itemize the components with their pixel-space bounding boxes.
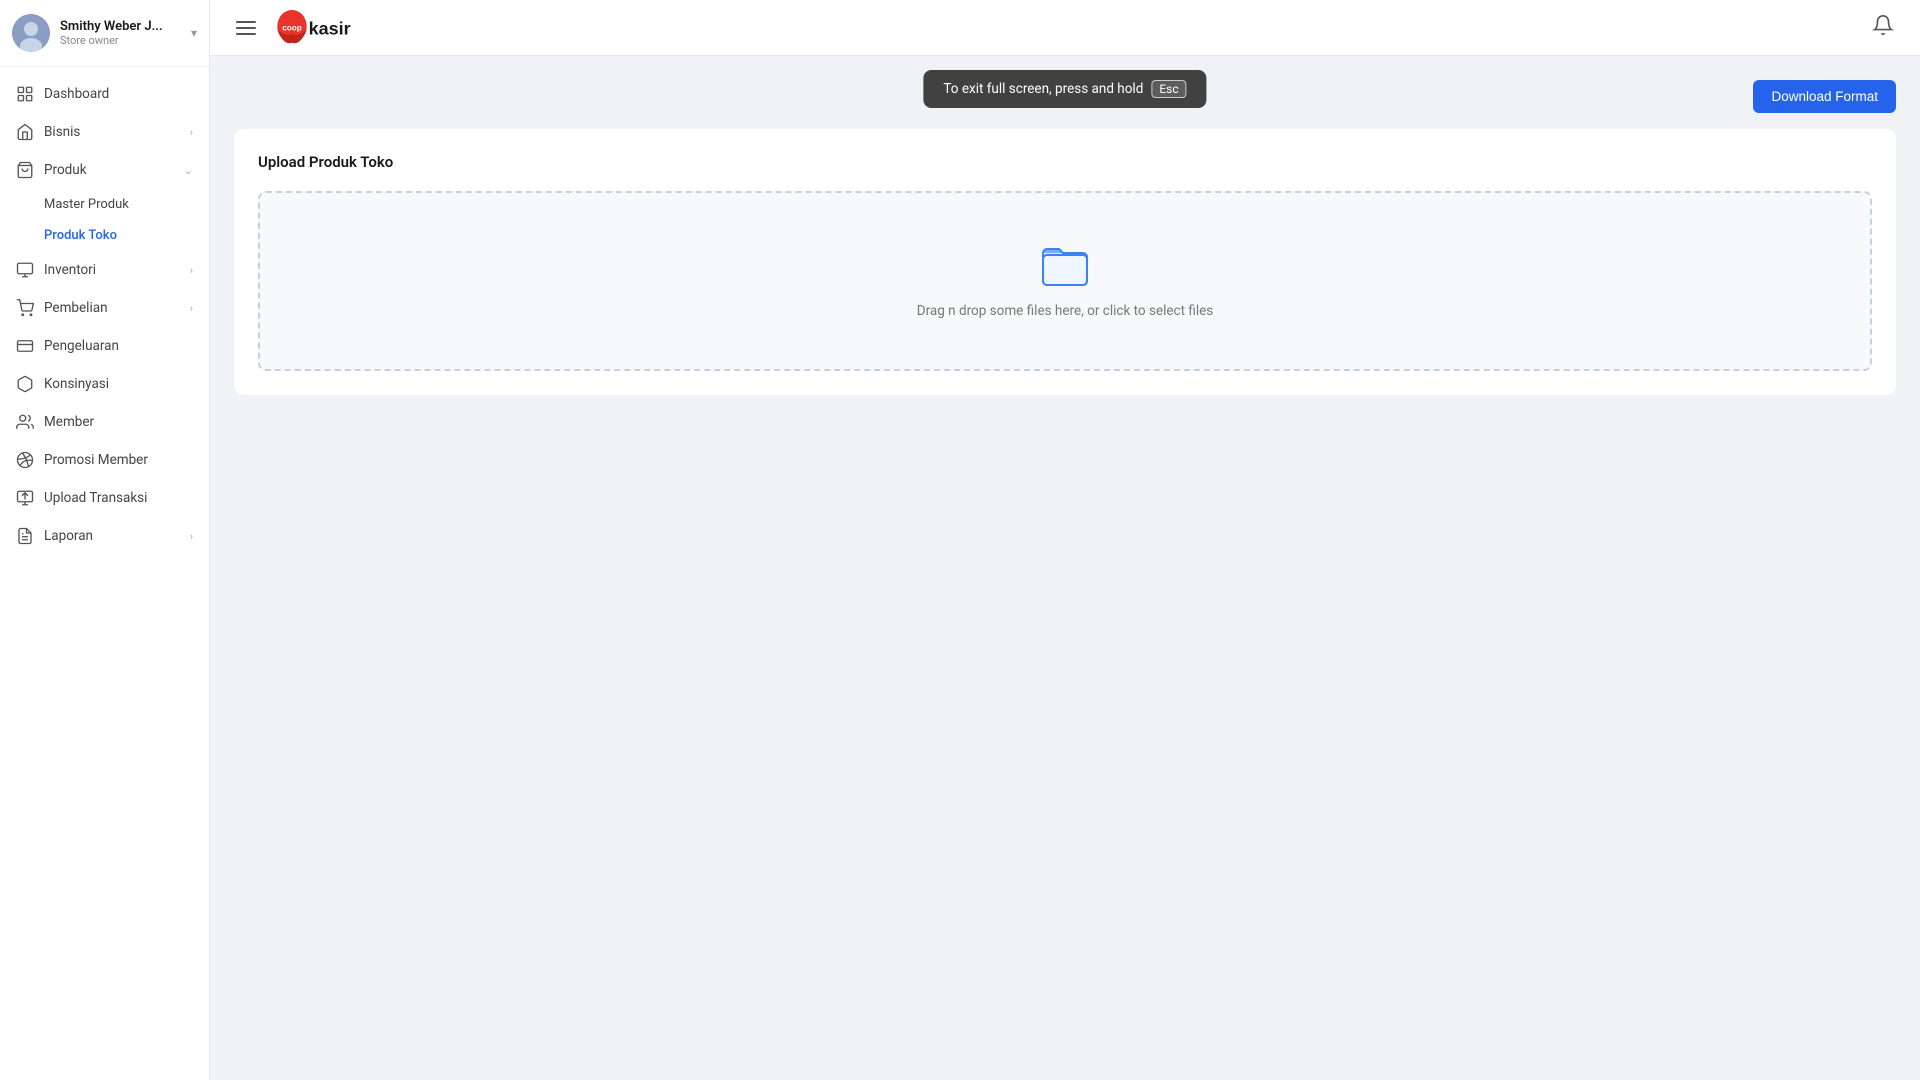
sidebar-item-pembelian-label: Pembelian (44, 300, 190, 316)
pembelian-icon (16, 299, 34, 317)
master-produk-label: Master Produk (44, 197, 129, 212)
pembelian-expand-icon: › (190, 302, 193, 315)
notification-button[interactable] (1866, 8, 1900, 47)
sidebar-item-upload-transaksi-label: Upload Transaksi (44, 490, 193, 506)
chevron-down-icon: ▾ (191, 26, 197, 40)
produk-expand-icon: ⌄ (184, 164, 193, 177)
esc-key-badge: Esc (1151, 80, 1186, 98)
upload-card-title: Upload Produk Toko (258, 153, 1872, 171)
sidebar-item-master-produk[interactable]: Master Produk (0, 189, 209, 220)
coopkasir-logo: coop kasir (274, 10, 405, 46)
member-icon (16, 413, 34, 431)
sidebar-item-produk-toko[interactable]: Produk Toko (0, 220, 209, 251)
hamburger-button[interactable] (230, 15, 262, 41)
sidebar-item-promosi-member[interactable]: Promosi Member (0, 441, 209, 479)
user-name: Smithy Weber J... (60, 19, 180, 34)
user-info: Smithy Weber J... Store owner (60, 19, 191, 47)
hamburger-line-2 (236, 27, 256, 29)
laporan-expand-icon: › (190, 530, 193, 543)
sidebar-item-inventori[interactable]: Inventori › (0, 251, 209, 289)
sidebar-nav: Dashboard Bisnis › Produk ⌄ Master Produ… (0, 67, 209, 563)
upload-card: Upload Produk Toko Drag n drop some file… (234, 129, 1896, 395)
inventori-expand-icon: › (190, 264, 193, 277)
upload-transaksi-icon (16, 489, 34, 507)
sidebar-item-laporan[interactable]: Laporan › (0, 517, 209, 555)
toast-message: To exit full screen, press and hold (943, 81, 1143, 97)
inventori-icon (16, 261, 34, 279)
sidebar-item-bisnis[interactable]: Bisnis › (0, 113, 209, 151)
sidebar: Smithy Weber J... Store owner ▾ Dashboar… (0, 0, 210, 1080)
sidebar-item-member-label: Member (44, 414, 193, 430)
sidebar-item-pengeluaran-label: Pengeluaran (44, 338, 193, 354)
hamburger-line-1 (236, 21, 256, 23)
bisnis-expand-icon: › (190, 126, 193, 139)
sidebar-item-pengeluaran[interactable]: Pengeluaran (0, 327, 209, 365)
dropzone-text: Drag n drop some files here, or click to… (917, 303, 1214, 319)
main-area: coop kasir To exit full screen, press an… (210, 0, 1920, 1080)
sidebar-item-konsinyasi-label: Konsinyasi (44, 376, 193, 392)
sidebar-item-laporan-label: Laporan (44, 528, 190, 544)
sidebar-item-bisnis-label: Bisnis (44, 124, 190, 140)
pengeluaran-icon (16, 337, 34, 355)
download-format-button[interactable]: Download Format (1753, 80, 1896, 113)
topbar-right (1866, 8, 1900, 47)
produk-toko-label: Produk Toko (44, 228, 117, 243)
user-role: Store owner (60, 34, 191, 47)
folder-icon (1041, 243, 1089, 291)
produk-icon (16, 161, 34, 179)
content-area: To exit full screen, press and hold Esc … (210, 56, 1920, 1080)
sidebar-item-upload-transaksi[interactable]: Upload Transaksi (0, 479, 209, 517)
sidebar-item-konsinyasi[interactable]: Konsinyasi (0, 365, 209, 403)
sidebar-item-member[interactable]: Member (0, 403, 209, 441)
bisnis-icon (16, 123, 34, 141)
hamburger-line-3 (236, 33, 256, 35)
sidebar-item-inventori-label: Inventori (44, 262, 190, 278)
promosi-icon (16, 451, 34, 469)
sidebar-item-produk[interactable]: Produk ⌄ (0, 151, 209, 189)
topbar: coop kasir (210, 0, 1920, 56)
avatar (12, 14, 50, 52)
svg-text:coop: coop (282, 23, 302, 32)
dropzone[interactable]: Drag n drop some files here, or click to… (258, 191, 1872, 371)
laporan-icon (16, 527, 34, 545)
fullscreen-toast: To exit full screen, press and hold Esc (923, 70, 1206, 108)
svg-text:kasir: kasir (309, 18, 351, 38)
sidebar-item-pembelian[interactable]: Pembelian › (0, 289, 209, 327)
sidebar-item-promosi-member-label: Promosi Member (44, 452, 193, 468)
dashboard-icon (16, 85, 34, 103)
user-profile[interactable]: Smithy Weber J... Store owner ▾ (0, 0, 209, 67)
sidebar-item-dashboard-label: Dashboard (44, 86, 193, 102)
sidebar-item-produk-label: Produk (44, 162, 184, 178)
logo: coop kasir (274, 10, 405, 46)
bell-icon (1872, 14, 1894, 36)
sidebar-item-dashboard[interactable]: Dashboard (0, 75, 209, 113)
konsinyasi-icon (16, 375, 34, 393)
